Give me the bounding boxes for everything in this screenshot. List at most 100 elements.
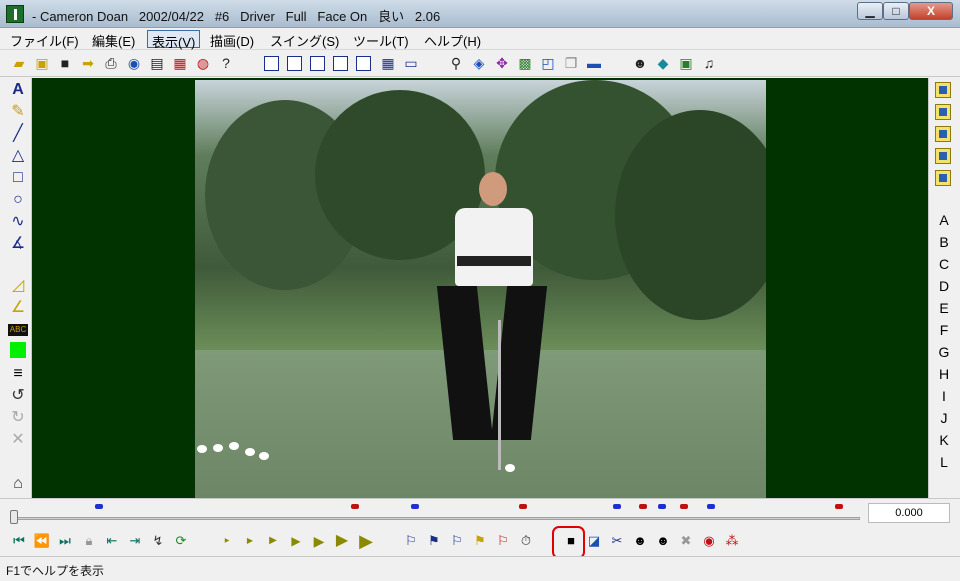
excel-icon[interactable]: ▣ <box>677 54 695 72</box>
step-end-icon[interactable]: ⇥ <box>126 531 144 551</box>
menu-view[interactable]: 表示(V) <box>147 30 201 50</box>
redo-icon[interactable]: ↻ <box>8 408 28 428</box>
print-icon[interactable]: ⎙ <box>102 54 120 72</box>
swing-slot-5-icon[interactable] <box>935 170 951 186</box>
frame-marker-red[interactable] <box>680 504 688 509</box>
undo-icon[interactable]: ↺ <box>8 386 28 406</box>
position-letter[interactable]: H <box>933 366 955 382</box>
person-compare-icon[interactable]: ☻ <box>631 531 649 551</box>
text-tool-icon[interactable]: A <box>8 80 28 100</box>
play-speed-3-icon[interactable]: ▶ <box>264 531 282 551</box>
monitor-icon[interactable]: ▭ <box>402 54 420 72</box>
menu-file[interactable]: ファイル(F) <box>6 30 83 49</box>
delete-icon[interactable]: ✕ <box>8 430 28 450</box>
loop-icon[interactable]: ⟳ <box>172 531 190 551</box>
position-letter[interactable]: J <box>933 410 955 426</box>
window-icon[interactable]: ◰ <box>539 54 557 72</box>
play-speed-4-icon[interactable]: ▶ <box>287 531 305 551</box>
music-icon[interactable]: ♫ <box>700 54 718 72</box>
frame-marker-red[interactable] <box>351 504 359 509</box>
line-width-icon[interactable]: ≡ <box>8 364 28 384</box>
menu-help[interactable]: ヘルプ(H) <box>420 30 485 49</box>
swing-path-icon[interactable]: ↯ <box>149 531 167 551</box>
tile-icon[interactable]: ▩ <box>516 54 534 72</box>
swing-video-frame[interactable] <box>195 80 766 498</box>
frame-marker-blue[interactable] <box>411 504 419 509</box>
film-icon[interactable]: ▦ <box>171 54 189 72</box>
swing-slot-3-icon[interactable] <box>935 126 951 142</box>
copy-window-icon[interactable]: ❐ <box>562 54 580 72</box>
maximize-button[interactable]: □ <box>883 2 909 20</box>
position-letter[interactable]: F <box>933 322 955 338</box>
menu-tools[interactable]: ツール(T) <box>349 30 413 49</box>
play-speed-1-icon[interactable]: ▶ <box>218 531 236 551</box>
disabled-x-icon[interactable]: ✖ <box>677 531 695 551</box>
position-letter[interactable]: G <box>933 344 955 360</box>
frame-marker-red[interactable] <box>519 504 527 509</box>
golfer-icon[interactable]: ☻ <box>631 54 649 72</box>
layout-two-vertical-icon[interactable] <box>287 56 302 71</box>
frame-marker-red[interactable] <box>639 504 647 509</box>
play-speed-2-icon[interactable]: ▶ <box>241 531 259 551</box>
frame-marker-blue[interactable] <box>95 504 103 509</box>
timeline-track[interactable] <box>14 517 860 520</box>
frame-marker-blue[interactable] <box>613 504 621 509</box>
save-icon[interactable]: ■ <box>56 54 74 72</box>
club-marker-3-icon[interactable]: ⚐ <box>448 531 466 551</box>
layout-three-icon[interactable] <box>333 56 348 71</box>
open-swing-icon[interactable]: ▣ <box>33 54 51 72</box>
rectangle-tool-icon[interactable]: □ <box>8 168 28 188</box>
help-pointer-icon[interactable]: ? <box>217 54 235 72</box>
document-icon[interactable]: ▤ <box>148 54 166 72</box>
menu-draw[interactable]: 描画(D) <box>206 30 258 49</box>
menu-swing[interactable]: スイング(S) <box>266 30 343 49</box>
menu-edit[interactable]: 編集(E) <box>88 30 139 49</box>
club-marker-1-icon[interactable]: ⚐ <box>402 531 420 551</box>
library-icon[interactable]: ⌂ <box>8 474 28 494</box>
zoom-icon[interactable]: ⚲ <box>447 54 465 72</box>
shape-fill-icon[interactable]: ◿ <box>8 276 28 296</box>
frame-marker-red[interactable] <box>835 504 843 509</box>
frame-marker-blue[interactable] <box>658 504 666 509</box>
last-frame-icon[interactable]: ⏭ <box>56 531 74 551</box>
rewind-icon[interactable]: ⏪ <box>33 531 51 551</box>
fit-icon[interactable]: ◈ <box>470 54 488 72</box>
close-button[interactable]: X <box>909 2 953 20</box>
cube-icon[interactable]: ◪ <box>585 531 603 551</box>
triangle-tool-icon[interactable]: △ <box>8 146 28 166</box>
arrow-right-icon[interactable]: ➡ <box>79 54 97 72</box>
position-letter[interactable]: C <box>933 256 955 272</box>
frame-marker-blue[interactable] <box>707 504 715 509</box>
position-letter[interactable]: L <box>933 454 955 470</box>
line-tool-icon[interactable]: ╱ <box>8 124 28 144</box>
circle-tool-icon[interactable]: ○ <box>8 190 28 210</box>
position-letter[interactable]: B <box>933 234 955 250</box>
play-speed-7-icon[interactable]: ▶ <box>357 531 375 551</box>
move-icon[interactable]: ✥ <box>493 54 511 72</box>
book-icon[interactable]: ◆ <box>654 54 672 72</box>
media-player-icon[interactable]: ◉ <box>700 531 718 551</box>
swing-slot-4-icon[interactable] <box>935 148 951 164</box>
lock-icon[interactable]: 🔒︎ <box>80 531 98 551</box>
color-swatch-icon[interactable] <box>10 342 26 358</box>
swing-slot-2-icon[interactable] <box>935 104 951 120</box>
club-marker-5-icon[interactable]: ⚐ <box>494 531 512 551</box>
first-frame-icon[interactable]: ⏮ <box>10 531 28 551</box>
stopwatch-icon[interactable]: ⏱ <box>517 531 535 551</box>
curve-tool-icon[interactable]: ∿ <box>8 212 28 232</box>
angle-tool-icon[interactable]: ∡ <box>8 234 28 254</box>
filmstrip-icon[interactable]: ▬ <box>585 54 603 72</box>
web-icon[interactable]: ◉ <box>125 54 143 72</box>
minimize-button[interactable]: ▁ <box>857 2 883 20</box>
timeline-slider-thumb[interactable] <box>10 510 18 524</box>
open-folder-icon[interactable]: ▰ <box>10 54 28 72</box>
layout-grid-icon[interactable]: ▦ <box>379 54 397 72</box>
scissors-icon[interactable]: ✂ <box>608 531 626 551</box>
step-start-icon[interactable]: ⇤ <box>103 531 121 551</box>
person-overlay-icon[interactable]: ☻ <box>654 531 672 551</box>
text-style-icon[interactable]: ABC <box>8 324 28 336</box>
layout-four-icon[interactable] <box>356 56 371 71</box>
position-letter[interactable]: K <box>933 432 955 448</box>
position-letter[interactable]: I <box>933 388 955 404</box>
position-letter[interactable]: A <box>933 212 955 228</box>
